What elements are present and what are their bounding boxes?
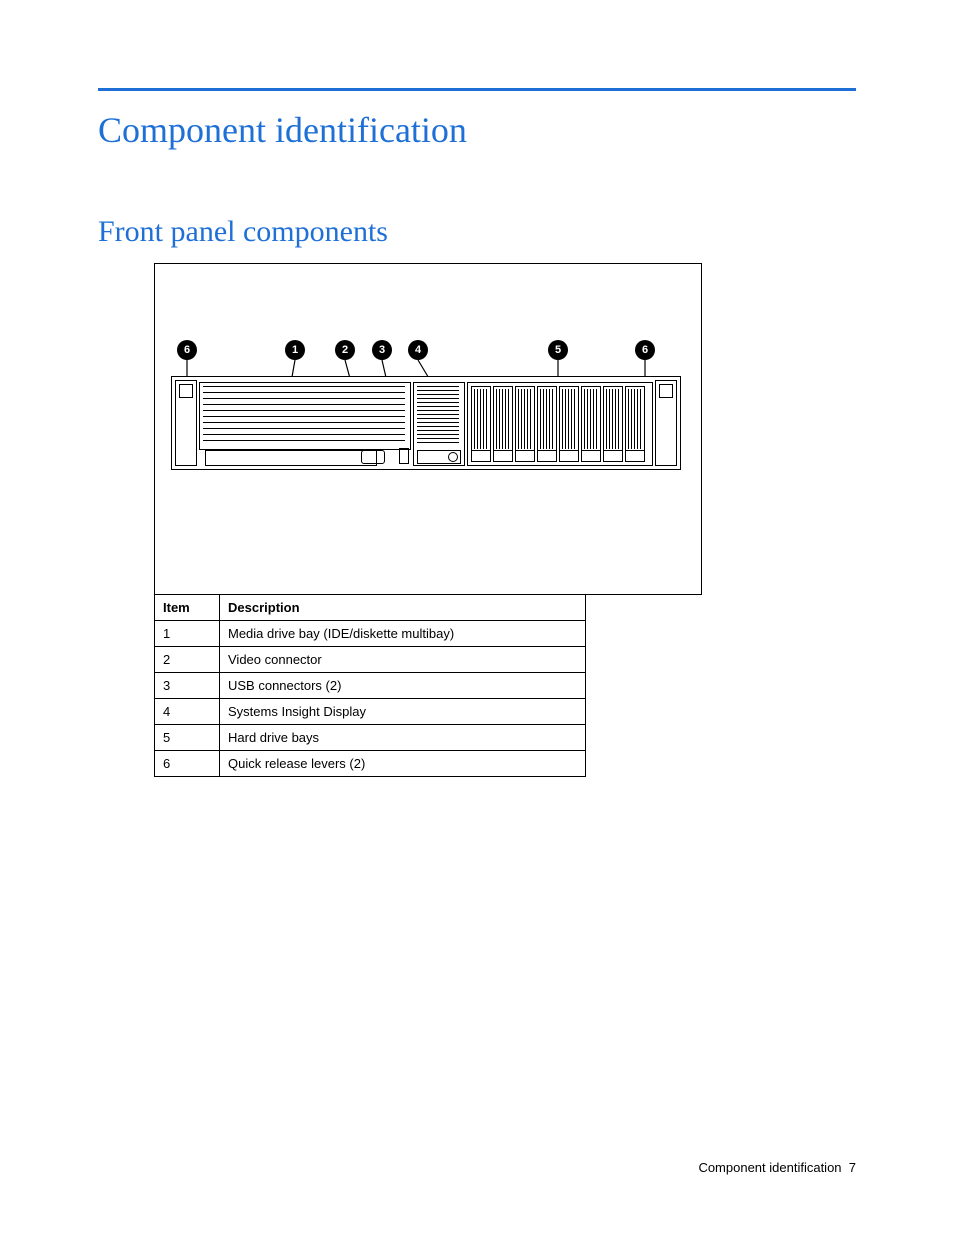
hard-drive-bay (581, 386, 601, 462)
table-row: 3USB connectors (2) (155, 673, 586, 699)
sid-footer (417, 450, 461, 464)
lever-tab-right (659, 384, 673, 398)
table-cell-item: 4 (155, 699, 220, 725)
table-cell-item: 6 (155, 751, 220, 777)
table-header-desc: Description (220, 595, 586, 621)
table-row: 2Video connector (155, 647, 586, 673)
table-cell-desc: USB connectors (2) (220, 673, 586, 699)
table-row: 5Hard drive bays (155, 725, 586, 751)
table-cell-item: 1 (155, 621, 220, 647)
hard-drive-bay (493, 386, 513, 462)
table-cell-item: 2 (155, 647, 220, 673)
table-row: 4Systems Insight Display (155, 699, 586, 725)
media-drive-slot (205, 450, 377, 466)
table-cell-desc: Quick release levers (2) (220, 751, 586, 777)
table-cell-desc: Hard drive bays (220, 725, 586, 751)
table-cell-desc: Video connector (220, 647, 586, 673)
hard-drive-bay (471, 386, 491, 462)
component-table: Item Description 1Media drive bay (IDE/d… (154, 594, 586, 777)
hard-drive-bay (515, 386, 535, 462)
divider-rule (98, 88, 856, 91)
table-row: 6Quick release levers (2) (155, 751, 586, 777)
hard-drive-bay (603, 386, 623, 462)
hard-drive-bay (625, 386, 645, 462)
vent-grille (203, 386, 405, 444)
table-header-item: Item (155, 595, 220, 621)
page-footer: Component identification 7 (698, 1160, 856, 1175)
table-cell-item: 5 (155, 725, 220, 751)
table-cell-desc: Media drive bay (IDE/diskette multibay) (220, 621, 586, 647)
video-connector (361, 450, 385, 464)
hard-drive-bay (537, 386, 557, 462)
usb-connectors (399, 448, 409, 464)
front-panel-diagram: 6 1 2 3 4 5 6 (154, 263, 702, 595)
lever-tab-left (179, 384, 193, 398)
table-row: 1Media drive bay (IDE/diskette multibay) (155, 621, 586, 647)
section-title: Front panel components (98, 215, 856, 249)
table-cell-desc: Systems Insight Display (220, 699, 586, 725)
table-cell-item: 3 (155, 673, 220, 699)
sid-leds (417, 386, 459, 446)
footer-page: 7 (849, 1160, 856, 1175)
hard-drive-bay (559, 386, 579, 462)
table-header-row: Item Description (155, 595, 586, 621)
footer-text: Component identification (698, 1160, 841, 1175)
page-title: Component identification (98, 109, 856, 151)
